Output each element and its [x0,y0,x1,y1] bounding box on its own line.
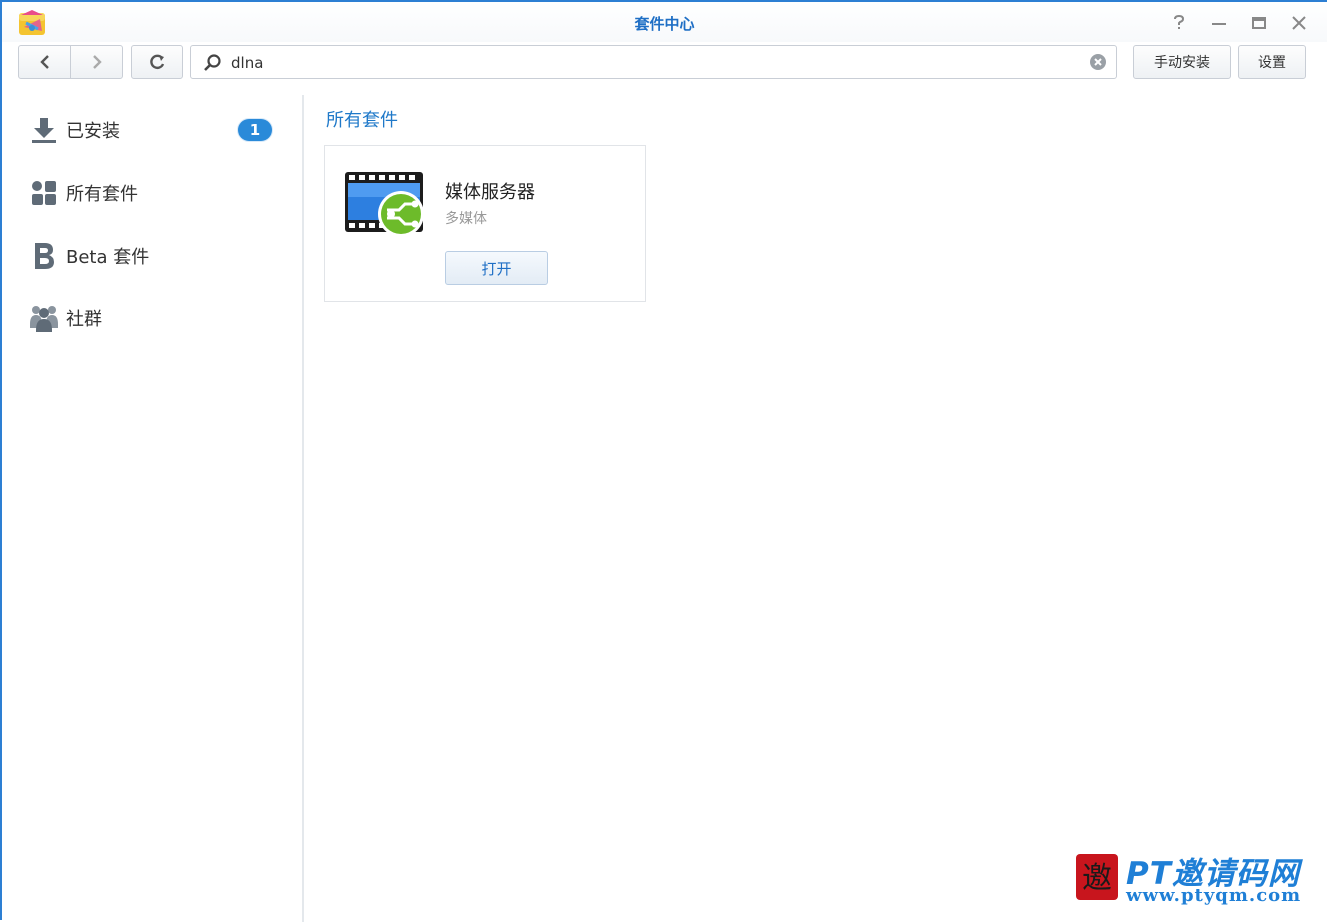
open-package-button[interactable]: 打开 [445,251,548,285]
chevron-right-icon [92,55,102,69]
sidebar-item-beta[interactable]: Beta 套件 [28,236,288,276]
sidebar-item-label: 所有套件 [66,184,138,205]
community-icon [28,302,60,334]
sidebar-item-all-packages[interactable]: 所有套件 [28,173,288,213]
back-button[interactable] [18,45,71,79]
minimize-button[interactable] [1208,12,1230,34]
help-icon [1174,15,1185,29]
manual-install-button[interactable]: 手动安装 [1133,45,1231,79]
seal-logo: 邀 [1076,854,1118,900]
svg-text:邀: 邀 [1082,861,1112,896]
watermark-url: www.ptyqm.com [1126,885,1302,906]
watermark: 邀 PT邀请码网 www.ptyqm.com [1074,852,1324,908]
chevron-left-icon [39,55,49,69]
refresh-button[interactable] [131,45,183,79]
sidebar-item-label: Beta 套件 [66,247,150,268]
section-title: 所有套件 [326,110,398,131]
grid-icon [28,177,60,209]
search-icon [204,54,221,71]
help-button[interactable] [1168,12,1190,34]
package-category: 多媒体 [445,211,487,227]
maximize-button[interactable] [1248,12,1270,34]
sidebar-item-label: 社群 [66,309,102,330]
package-name: 媒体服务器 [445,182,535,203]
search-input[interactable] [229,52,1073,74]
window-title: 套件中心 [634,15,695,33]
minimize-icon [1212,23,1226,25]
media-server-icon [345,172,424,237]
sidebar: 已安装 1 所有套件 Beta 套件 社群 [2,95,302,922]
refresh-icon [150,54,165,70]
download-icon [28,114,60,146]
close-button[interactable] [1288,12,1310,34]
search-box [190,45,1117,79]
title-bar: 套件中心 [2,2,1327,42]
package-card[interactable]: 媒体服务器 多媒体 打开 [324,145,646,302]
sidebar-item-installed[interactable]: 已安装 1 [28,110,288,150]
clear-search-icon[interactable] [1089,53,1107,71]
forward-button[interactable] [70,45,123,79]
installed-count-badge: 1 [238,119,272,141]
maximize-icon [1252,17,1266,29]
close-icon [1292,16,1306,30]
sidebar-item-community[interactable]: 社群 [28,298,288,338]
settings-button[interactable]: 设置 [1238,45,1306,79]
sidebar-item-label: 已安装 [66,121,120,142]
package-center-window: 套件中心 手动安装 设置 已安装 [0,0,1327,922]
sidebar-divider [302,95,304,922]
beta-icon [28,240,60,272]
